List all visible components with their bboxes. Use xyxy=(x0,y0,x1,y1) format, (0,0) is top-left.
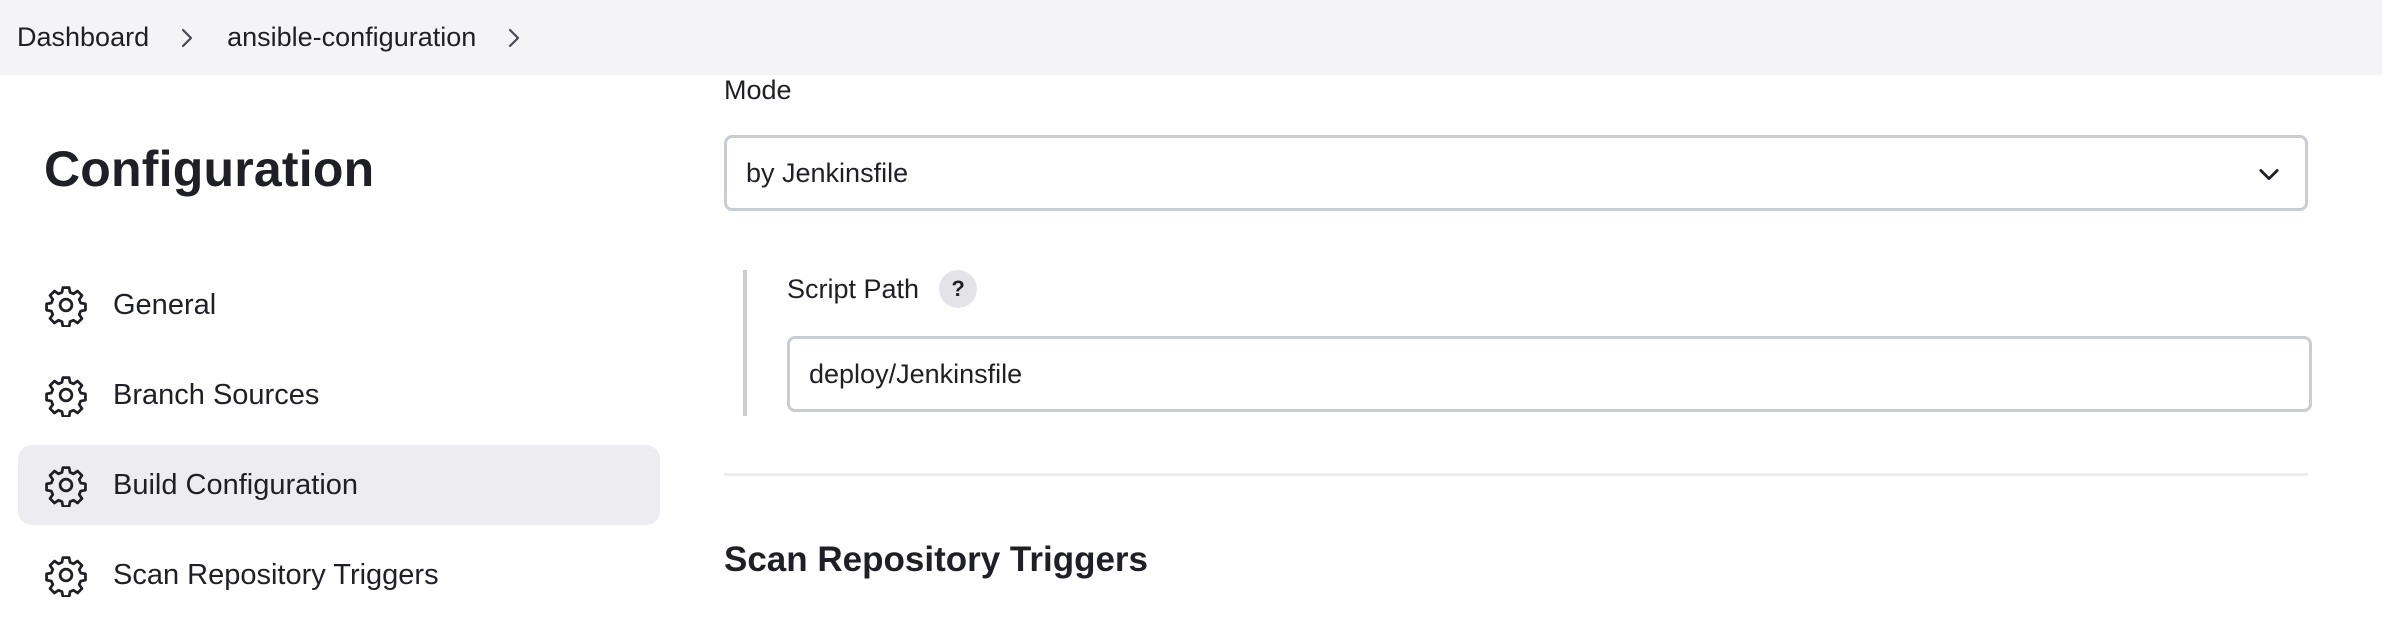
page-title: Configuration xyxy=(44,141,375,197)
sidebar-item-label: General xyxy=(113,288,217,321)
gear-icon xyxy=(44,553,88,598)
sidebar-item-label: Branch Sources xyxy=(113,378,320,411)
mode-select-value: by Jenkinsfile xyxy=(746,157,909,188)
gear-icon xyxy=(44,373,88,418)
script-path-field-header: Script Path ? xyxy=(787,270,978,308)
script-path-group: Script Path ? xyxy=(743,270,2312,416)
section-divider xyxy=(724,473,2308,476)
section-title-scan-repository-triggers: Scan Repository Triggers xyxy=(724,540,1149,579)
mode-select[interactable]: by Jenkinsfile xyxy=(724,135,2308,211)
chevron-down-icon xyxy=(2255,160,2283,195)
breadcrumb-job[interactable]: ansible-configuration xyxy=(227,24,476,51)
gear-icon xyxy=(44,463,88,508)
sidebar-item-general[interactable]: General xyxy=(18,265,660,345)
chevron-right-icon[interactable] xyxy=(504,25,524,51)
mode-label: Mode xyxy=(724,75,792,105)
sidebar-item-scan-repository-triggers[interactable]: Scan Repository Triggers xyxy=(18,535,660,615)
chevron-right-icon xyxy=(177,25,197,51)
sidebar-item-label: Scan Repository Triggers xyxy=(113,558,439,591)
help-button[interactable]: ? xyxy=(939,270,978,308)
sidebar-item-branch-sources[interactable]: Branch Sources xyxy=(18,355,660,435)
sidebar-item-build-configuration[interactable]: Build Configuration xyxy=(18,445,660,525)
breadcrumb-bar: Dashboard ansible-configuration xyxy=(0,0,2382,75)
gear-icon xyxy=(44,283,88,328)
script-path-label: Script Path xyxy=(787,273,920,304)
config-sidebar: General Branch Sources Build Configurati… xyxy=(18,265,660,625)
sidebar-item-label: Build Configuration xyxy=(113,468,359,501)
breadcrumb-dashboard[interactable]: Dashboard xyxy=(17,24,149,51)
script-path-input[interactable] xyxy=(787,336,2312,412)
